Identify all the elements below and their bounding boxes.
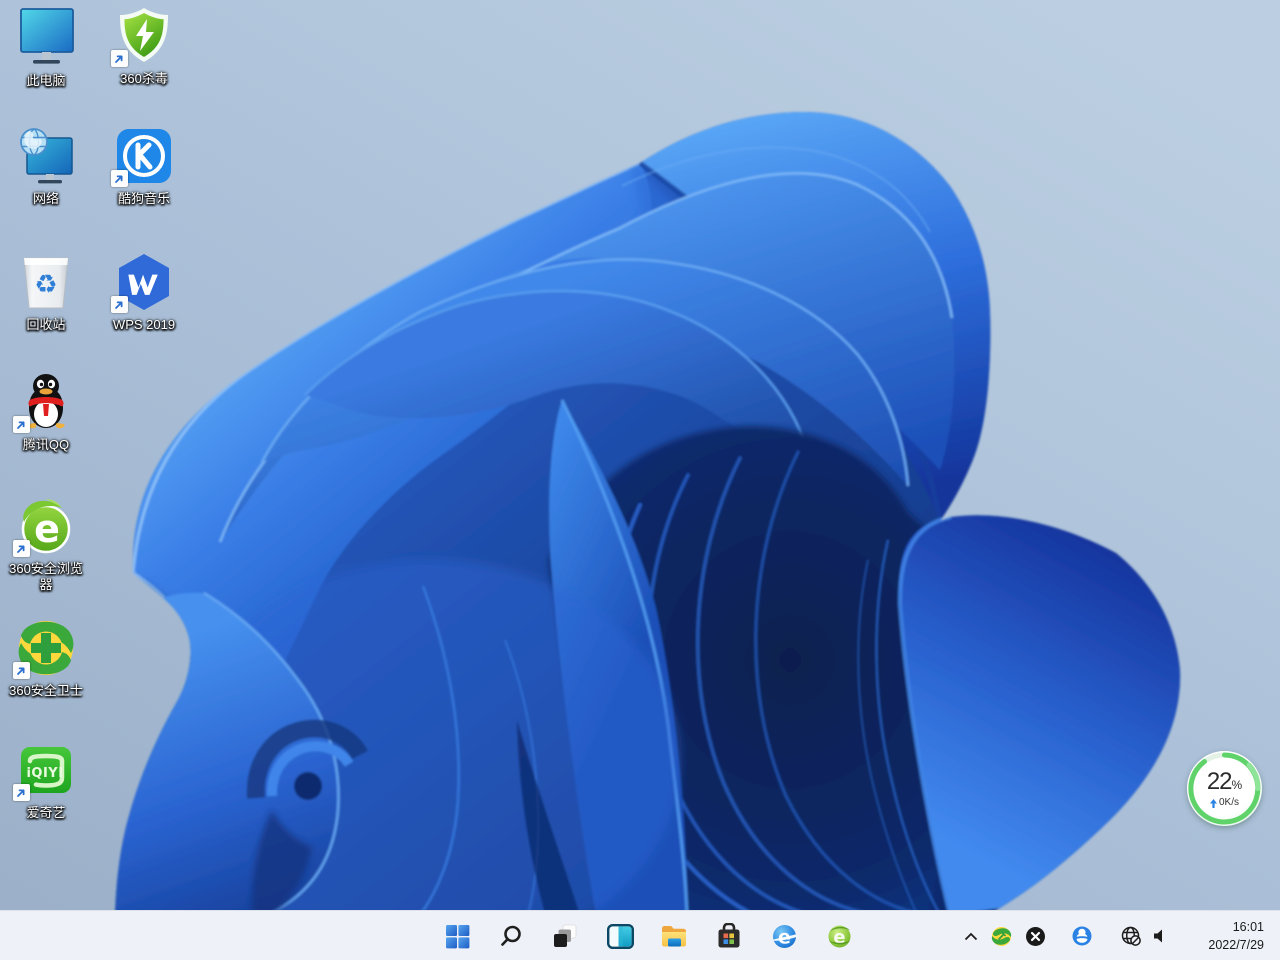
widgets-icon [606,923,634,949]
microsoft-store-button[interactable] [709,916,749,956]
recycle-bin-icon: ♻ [23,257,69,309]
folder-icon [662,926,686,947]
search-icon [501,925,521,946]
desktop-icon-label: 酷狗音乐 [117,191,170,206]
desktop-icon-kugou[interactable]: 酷狗音乐 [96,126,192,207]
360-accelerator-ball[interactable]: 22% 0K/s [1187,751,1262,826]
desktop-icon-this-pc[interactable]: 此电脑 [0,8,94,89]
shortcut-arrow-badge [13,784,30,801]
widgets-button[interactable] [600,916,640,956]
task-view-icon [554,924,577,947]
svg-text:iQIYI: iQIYI [26,766,63,781]
blue-e-browser-icon: e [772,924,796,948]
qq-penguin-icon [1072,926,1092,946]
desktop-icon-label: 360杀毒 [120,71,168,86]
360-ball-icon [991,926,1011,946]
speaker-icon [1154,929,1162,943]
this-pc-icon [20,8,74,64]
clock-time: 16:01 [1232,920,1264,934]
desktop-icon-label: 回收站 [26,317,66,332]
wallpaper-bloom [0,0,1280,960]
desktop: 此电脑 360杀毒 网络 酷狗音乐 ♻ 回收站 WPS 2019 腾讯QQ e … [0,0,1280,960]
clock-date: 2022/7/29 [1208,938,1264,952]
tray-qq[interactable] [1068,922,1096,950]
task-view-button[interactable] [545,916,585,956]
store-bag-icon [718,923,740,948]
desktop-icon-label: 爱奇艺 [26,805,66,820]
shortcut-arrow-badge [111,50,128,67]
file-explorer-button[interactable] [654,916,694,956]
black-x-icon [1025,926,1045,946]
green-e-browser-icon: e [828,925,850,948]
globe-offline-icon [1121,926,1141,946]
shortcut-arrow-badge [13,416,30,433]
desktop-icon-360-safeguard[interactable]: 360安全卫士 [0,618,94,699]
svg-text:e: e [833,927,845,948]
tray-network-offline[interactable] [1117,922,1145,950]
search-button[interactable] [491,916,531,956]
shortcut-arrow-badge [13,662,30,679]
shortcut-arrow-badge [13,540,30,557]
360-browser-button[interactable]: e [819,916,859,956]
desktop-icon-network[interactable]: 网络 [0,126,94,207]
desktop-icon-label: 360安全浏览器 [9,561,83,592]
tray-hidden-icons-button[interactable] [957,922,985,950]
desktop-icon-label: 360安全卫士 [9,683,83,698]
desktop-icon-recycle-bin[interactable]: ♻ 回收站 [0,252,94,333]
tray-volume[interactable] [1146,922,1174,950]
tray-360-safeguard[interactable] [987,922,1015,950]
progress-ring [1188,752,1261,825]
desktop-icon-label: WPS 2019 [112,317,176,332]
chevron-up-icon [964,932,978,940]
desktop-icon-360-antivirus[interactable]: 360杀毒 [96,6,192,87]
shortcut-arrow-badge [111,170,128,187]
svg-text:e: e [34,507,60,551]
desktop-icon-iqiyi[interactable]: iQIYI 爱奇艺 [0,740,94,821]
start-button[interactable] [437,916,477,956]
tray-close-x[interactable] [1021,922,1049,950]
desktop-icon-360-browser[interactable]: e 360安全浏览器 [0,496,94,593]
desktop-icon-label: 网络 [32,191,59,206]
internet-explorer-button[interactable]: e [764,916,804,956]
shortcut-arrow-badge [111,296,128,313]
desktop-icon-label: 此电脑 [26,73,66,88]
taskbar: e e [0,910,1280,960]
desktop-icon-label: 腾讯QQ [22,437,70,452]
svg-text:♻: ♻ [34,270,57,300]
windows-start-icon [445,924,469,948]
taskbar-clock[interactable]: 16:01 2022/7/29 [1208,918,1264,954]
desktop-icon-wps[interactable]: WPS 2019 [96,252,192,333]
network-icon [20,128,73,184]
desktop-icon-qq[interactable]: 腾讯QQ [0,372,94,453]
